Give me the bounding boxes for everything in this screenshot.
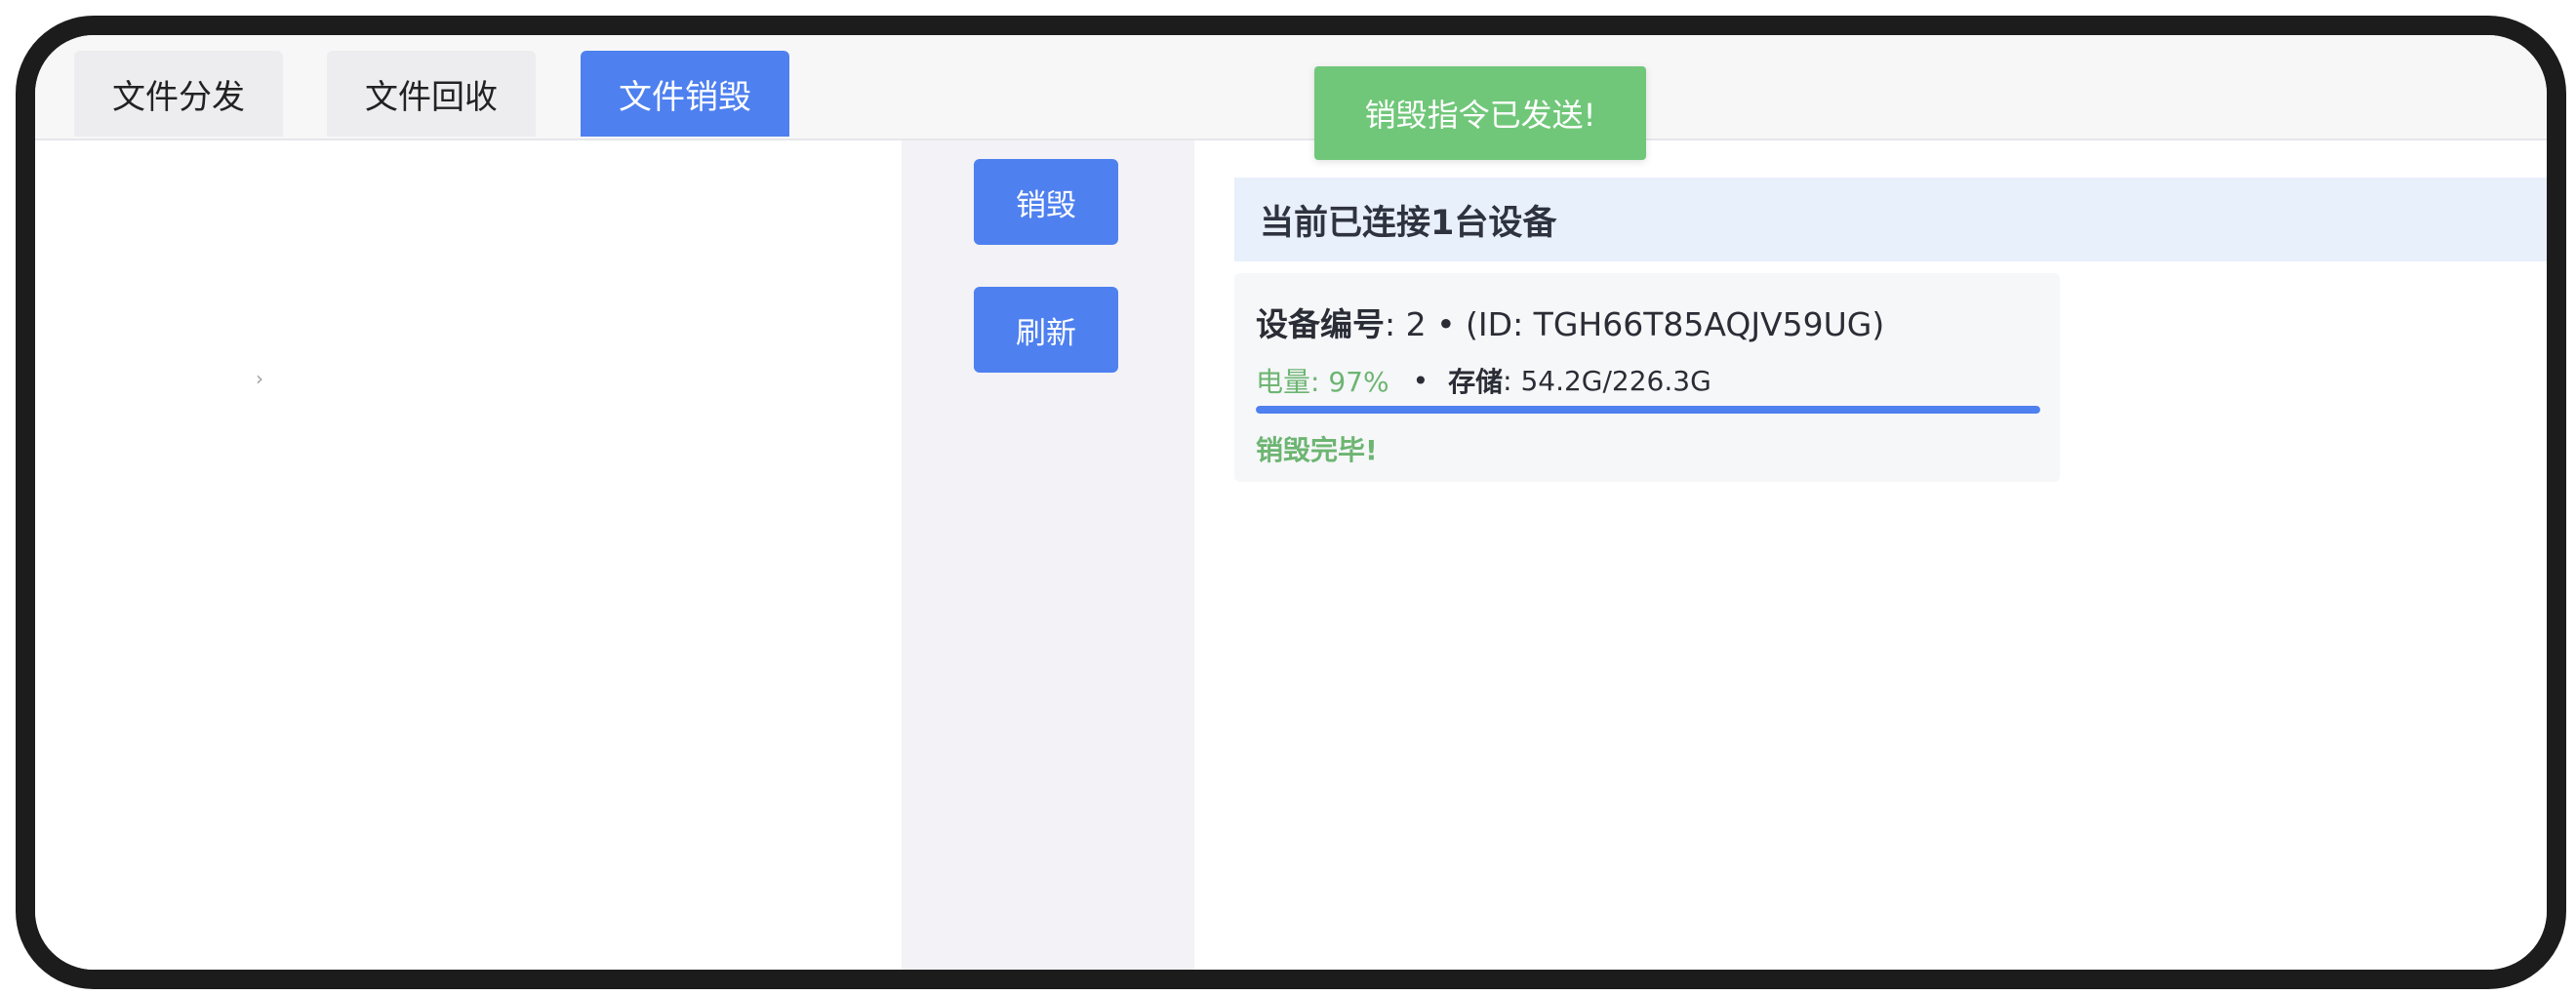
destroy-progress-fill bbox=[1256, 406, 2040, 414]
tab-file-destroy[interactable]: 文件销毁 bbox=[581, 51, 789, 137]
device-panel bbox=[1194, 140, 2547, 970]
file-tree-panel: › bbox=[35, 140, 902, 970]
storage-label: 存储 bbox=[1448, 366, 1504, 398]
destroy-progress-bar bbox=[1256, 406, 2040, 414]
chevron-right-icon[interactable]: › bbox=[256, 367, 263, 390]
tab-file-distribute[interactable]: 文件分发 bbox=[74, 51, 283, 137]
tab-bar: 文件分发 文件回收 文件销毁 bbox=[35, 35, 2547, 140]
toast-message: 销毁指令已发送! bbox=[1314, 66, 1646, 160]
app-window: 文件分发 文件回收 文件销毁 销毁指令已发送! › 销毁 刷新 当前已连接1台设… bbox=[16, 16, 2566, 989]
storage-value: : 54.2G/226.3G bbox=[1503, 364, 1711, 397]
destroy-status: 销毁完毕! bbox=[1256, 434, 1378, 466]
action-panel bbox=[902, 140, 1194, 970]
connection-summary: 当前已连接1台设备 bbox=[1234, 178, 2547, 261]
device-id-value: : 2 • (ID: TGH66T85AQJV59UG) bbox=[1385, 305, 1885, 343]
device-card[interactable]: 设备编号: 2 • (ID: TGH66T85AQJV59UG) 电量: 97%… bbox=[1234, 273, 2060, 482]
destroy-button[interactable]: 销毁 bbox=[974, 159, 1118, 245]
meta-separator: • bbox=[1412, 364, 1429, 397]
tab-file-recycle[interactable]: 文件回收 bbox=[327, 51, 536, 137]
battery-level: 电量: 97% bbox=[1256, 366, 1389, 398]
device-id-label: 设备编号 bbox=[1256, 305, 1385, 343]
device-title: 设备编号: 2 • (ID: TGH66T85AQJV59UG) bbox=[1256, 298, 1884, 345]
device-meta: 电量: 97% • 存储: 54.2G/226.3G bbox=[1256, 361, 1711, 400]
refresh-button[interactable]: 刷新 bbox=[974, 287, 1118, 373]
